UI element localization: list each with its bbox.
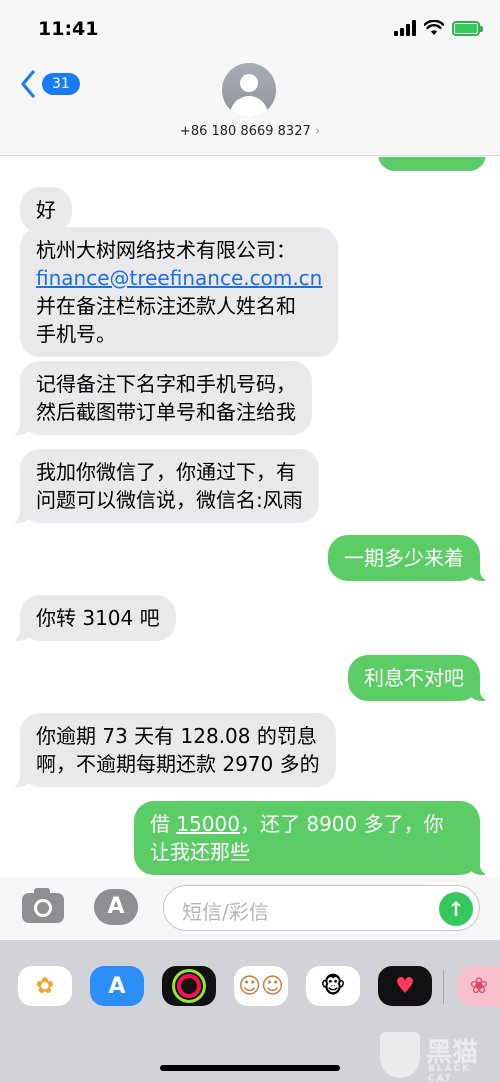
conversation-header: 11:41 31 +86 180 8669 8327 › bbox=[0, 0, 500, 156]
message-bubble-incoming[interactable]: 记得备注下名字和手机号码， 然后截图带订单号和备注给我 bbox=[10, 361, 312, 435]
message-bubble-outgoing[interactable]: 借 15000，还了 8900 多了，你 让我还那些 bbox=[134, 801, 490, 875]
activity-rings-icon bbox=[177, 974, 201, 998]
animoji-monkey-icon: 🐵 bbox=[320, 973, 346, 999]
message-bubble-outgoing[interactable]: 一期多少来着 bbox=[328, 535, 490, 581]
compose-bar: A 短信/彩信 ↑ bbox=[0, 877, 500, 939]
photos-icon: ✿ bbox=[35, 973, 55, 999]
apps-button[interactable]: A bbox=[94, 889, 138, 925]
amount-text[interactable]: 15000 bbox=[176, 812, 240, 836]
unread-count-badge: 31 bbox=[42, 73, 80, 95]
app-store-icon: A bbox=[108, 973, 126, 999]
home-indicator[interactable] bbox=[160, 1065, 340, 1071]
wifi-icon bbox=[424, 20, 444, 35]
chevron-right-icon: › bbox=[314, 124, 321, 139]
digital-touch-heart-icon: ♥ bbox=[395, 973, 415, 999]
watermark-logo: 黑猫 BLACK CAT bbox=[380, 1030, 500, 1082]
email-link[interactable]: finance@treefinance.com.cn bbox=[36, 264, 322, 292]
battery-charging-icon bbox=[452, 20, 483, 36]
watermark-subtext: BLACK CAT bbox=[428, 1064, 472, 1082]
contact-number: +86 180 8669 8327 bbox=[179, 124, 311, 139]
back-button[interactable]: 31 bbox=[20, 70, 80, 98]
send-button[interactable]: ↑ bbox=[439, 892, 473, 926]
contact-avatar[interactable] bbox=[222, 63, 276, 117]
message-input[interactable]: 短信/彩信 ↑ bbox=[163, 885, 480, 931]
message-bubble-incoming[interactable]: 你转 3104 吧 bbox=[10, 595, 176, 641]
cat-shield-icon bbox=[380, 1032, 420, 1078]
digital-touch-app-button[interactable]: ♥ bbox=[378, 966, 432, 1006]
camera-icon[interactable] bbox=[22, 888, 64, 923]
contact-name[interactable]: +86 180 8669 8327 › bbox=[0, 124, 500, 139]
message-bubble-incoming[interactable]: 杭州大树网络技术有限公司： finance@treefinance.com.cn… bbox=[20, 227, 339, 357]
status-icons bbox=[394, 20, 483, 36]
chevron-left-icon bbox=[21, 70, 35, 98]
message-bubble-incoming[interactable]: 你逾期 73 天有 128.08 的罚息 啊，不逾期每期还款 2970 多的 bbox=[10, 713, 336, 787]
app-store-app-button[interactable]: A bbox=[90, 966, 144, 1006]
message-bubble-incoming[interactable]: 我加你微信了，你通过下，有 问题可以微信说，微信名:风雨 bbox=[10, 449, 319, 523]
sticker-app-icon: ❀ bbox=[469, 973, 489, 999]
memoji-group-icon: ☺☺ bbox=[238, 973, 284, 999]
app-store-icon: A bbox=[107, 894, 125, 919]
photos-app-button[interactable]: ✿ bbox=[18, 966, 72, 1006]
memoji-app-button[interactable]: ☺☺ bbox=[234, 966, 288, 1006]
message-list[interactable]: 好 杭州大树网络技术有限公司： finance@treefinance.com.… bbox=[0, 157, 500, 877]
message-bubble-outgoing[interactable]: 利息不对吧 bbox=[348, 655, 490, 701]
cellular-signal-icon bbox=[394, 20, 416, 36]
animoji-app-button[interactable]: 🐵 bbox=[306, 966, 360, 1006]
drawer-divider bbox=[443, 970, 444, 1004]
activity-app-button[interactable] bbox=[162, 966, 216, 1006]
status-time: 11:41 bbox=[38, 18, 99, 40]
arrow-up-icon: ↑ bbox=[447, 897, 465, 921]
message-input-placeholder: 短信/彩信 bbox=[182, 900, 269, 924]
sticker-app-button[interactable]: ❀ bbox=[458, 966, 500, 1006]
message-bubble-outgoing-partial[interactable] bbox=[378, 157, 486, 171]
